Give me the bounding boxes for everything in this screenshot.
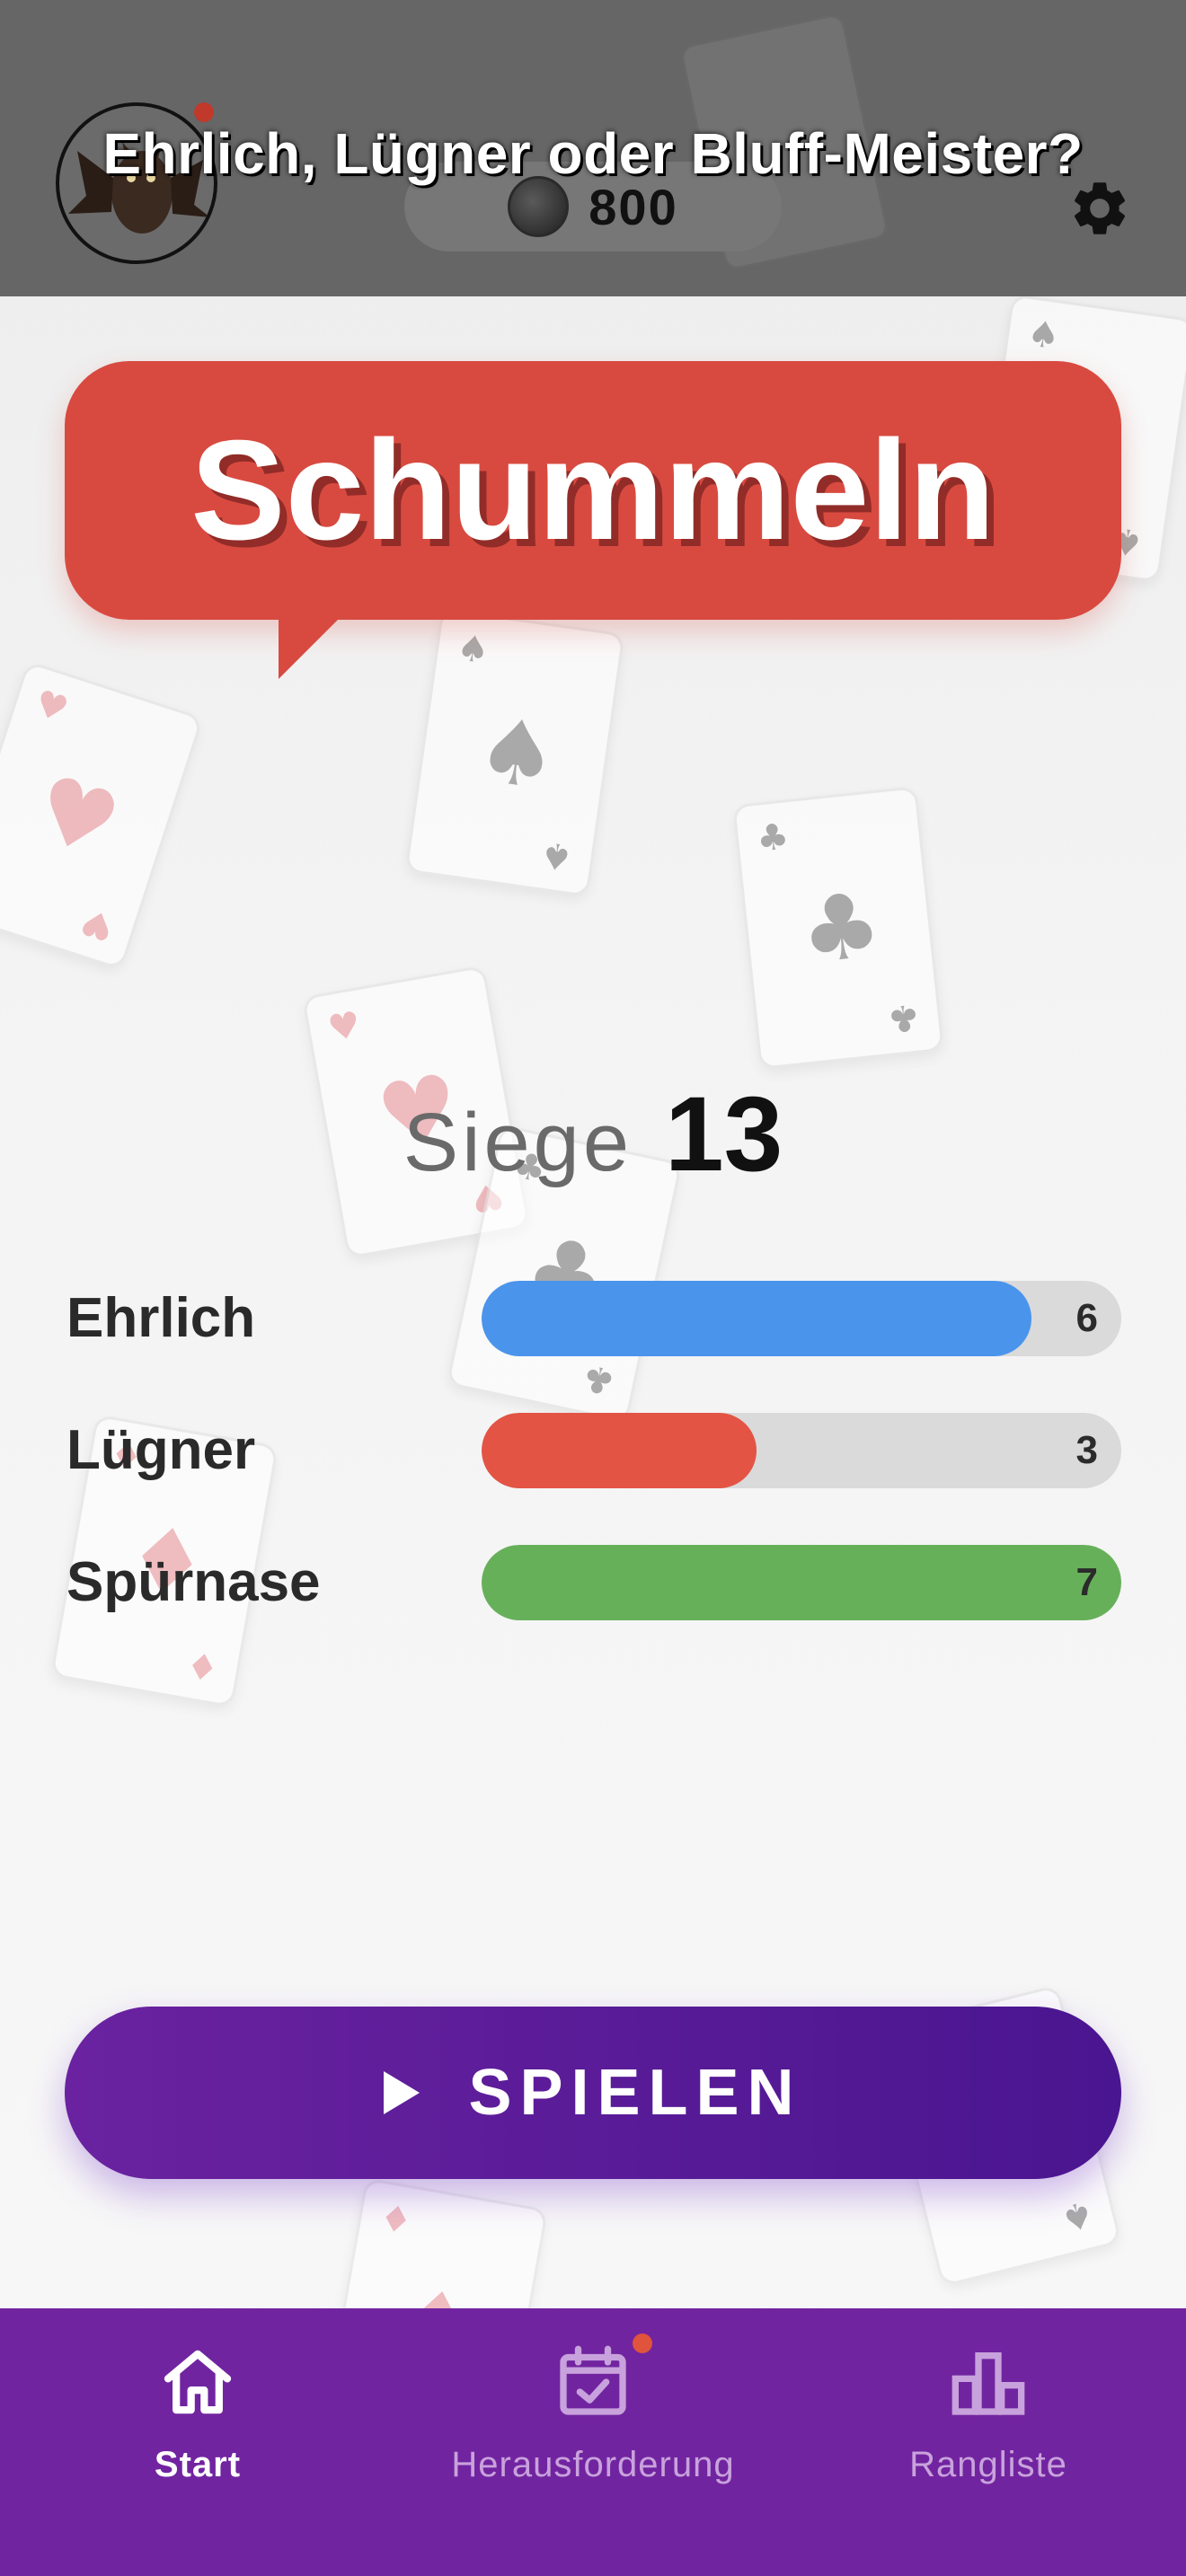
wins-counter: Siege 13 bbox=[0, 1073, 1186, 1195]
wins-value: 13 bbox=[665, 1075, 783, 1194]
background-card-club: ♣ ♣ ♣ bbox=[732, 786, 944, 1070]
tab-rangliste[interactable]: Rangliste bbox=[791, 2308, 1186, 2576]
tab-start[interactable]: Start bbox=[0, 2308, 395, 2576]
play-icon bbox=[384, 2071, 420, 2114]
settings-button[interactable] bbox=[1067, 176, 1132, 241]
stat-bar-fill bbox=[482, 1545, 1121, 1620]
stat-bar-fill bbox=[482, 1413, 757, 1488]
calendar-check-icon bbox=[560, 2345, 626, 2415]
stat-bar-track: 7 bbox=[482, 1545, 1121, 1620]
gear-icon bbox=[1074, 182, 1126, 234]
stat-label: Spürnase bbox=[66, 1551, 321, 1613]
background-card-spade: ♠♠♠ bbox=[404, 608, 625, 897]
tab-herausforderung[interactable]: Herausforderung bbox=[395, 2308, 791, 2576]
stat-label: Ehrlich bbox=[66, 1287, 256, 1349]
home-icon bbox=[164, 2350, 232, 2414]
stat-bar-fill bbox=[482, 1281, 1032, 1356]
game-mode-bubble: Schummeln bbox=[65, 361, 1121, 620]
play-button-label: SPIELEN bbox=[468, 2057, 802, 2129]
play-button[interactable]: SPIELEN bbox=[65, 2007, 1121, 2179]
bottom-navigation: Start Herausforderung Rangliste bbox=[0, 2308, 1186, 2576]
notification-dot bbox=[633, 2333, 652, 2353]
page-title: Ehrlich, Lügner oder Bluff-Meister? bbox=[102, 121, 1084, 186]
stat-bar-track: 3 bbox=[482, 1413, 1121, 1488]
background-card-heart: ♥♥♥ bbox=[0, 660, 204, 971]
wins-label: Siege bbox=[403, 1097, 633, 1188]
stat-label: Lügner bbox=[66, 1419, 256, 1481]
stat-row-luegner: Lügner 3 bbox=[66, 1413, 1121, 1488]
game-mode-title: Schummeln bbox=[190, 410, 996, 569]
top-header: 800 Ehrlich, Lügner oder Bluff-Meister? bbox=[0, 0, 1186, 296]
tab-label: Herausforderung bbox=[451, 2445, 735, 2484]
stat-bar-track: 6 bbox=[482, 1281, 1121, 1356]
speech-bubble-tail bbox=[279, 616, 341, 679]
tab-label: Rangliste bbox=[909, 2445, 1067, 2484]
stat-value: 6 bbox=[1075, 1296, 1098, 1340]
leaderboard-icon bbox=[951, 2352, 1025, 2415]
stat-row-ehrlich: Ehrlich 6 bbox=[66, 1281, 1121, 1356]
stat-value: 7 bbox=[1075, 1560, 1098, 1604]
tab-label: Start bbox=[154, 2445, 242, 2484]
stat-row-spuernase: Spürnase 7 bbox=[66, 1545, 1121, 1620]
stat-value: 3 bbox=[1075, 1428, 1098, 1472]
notification-dot bbox=[194, 102, 214, 122]
